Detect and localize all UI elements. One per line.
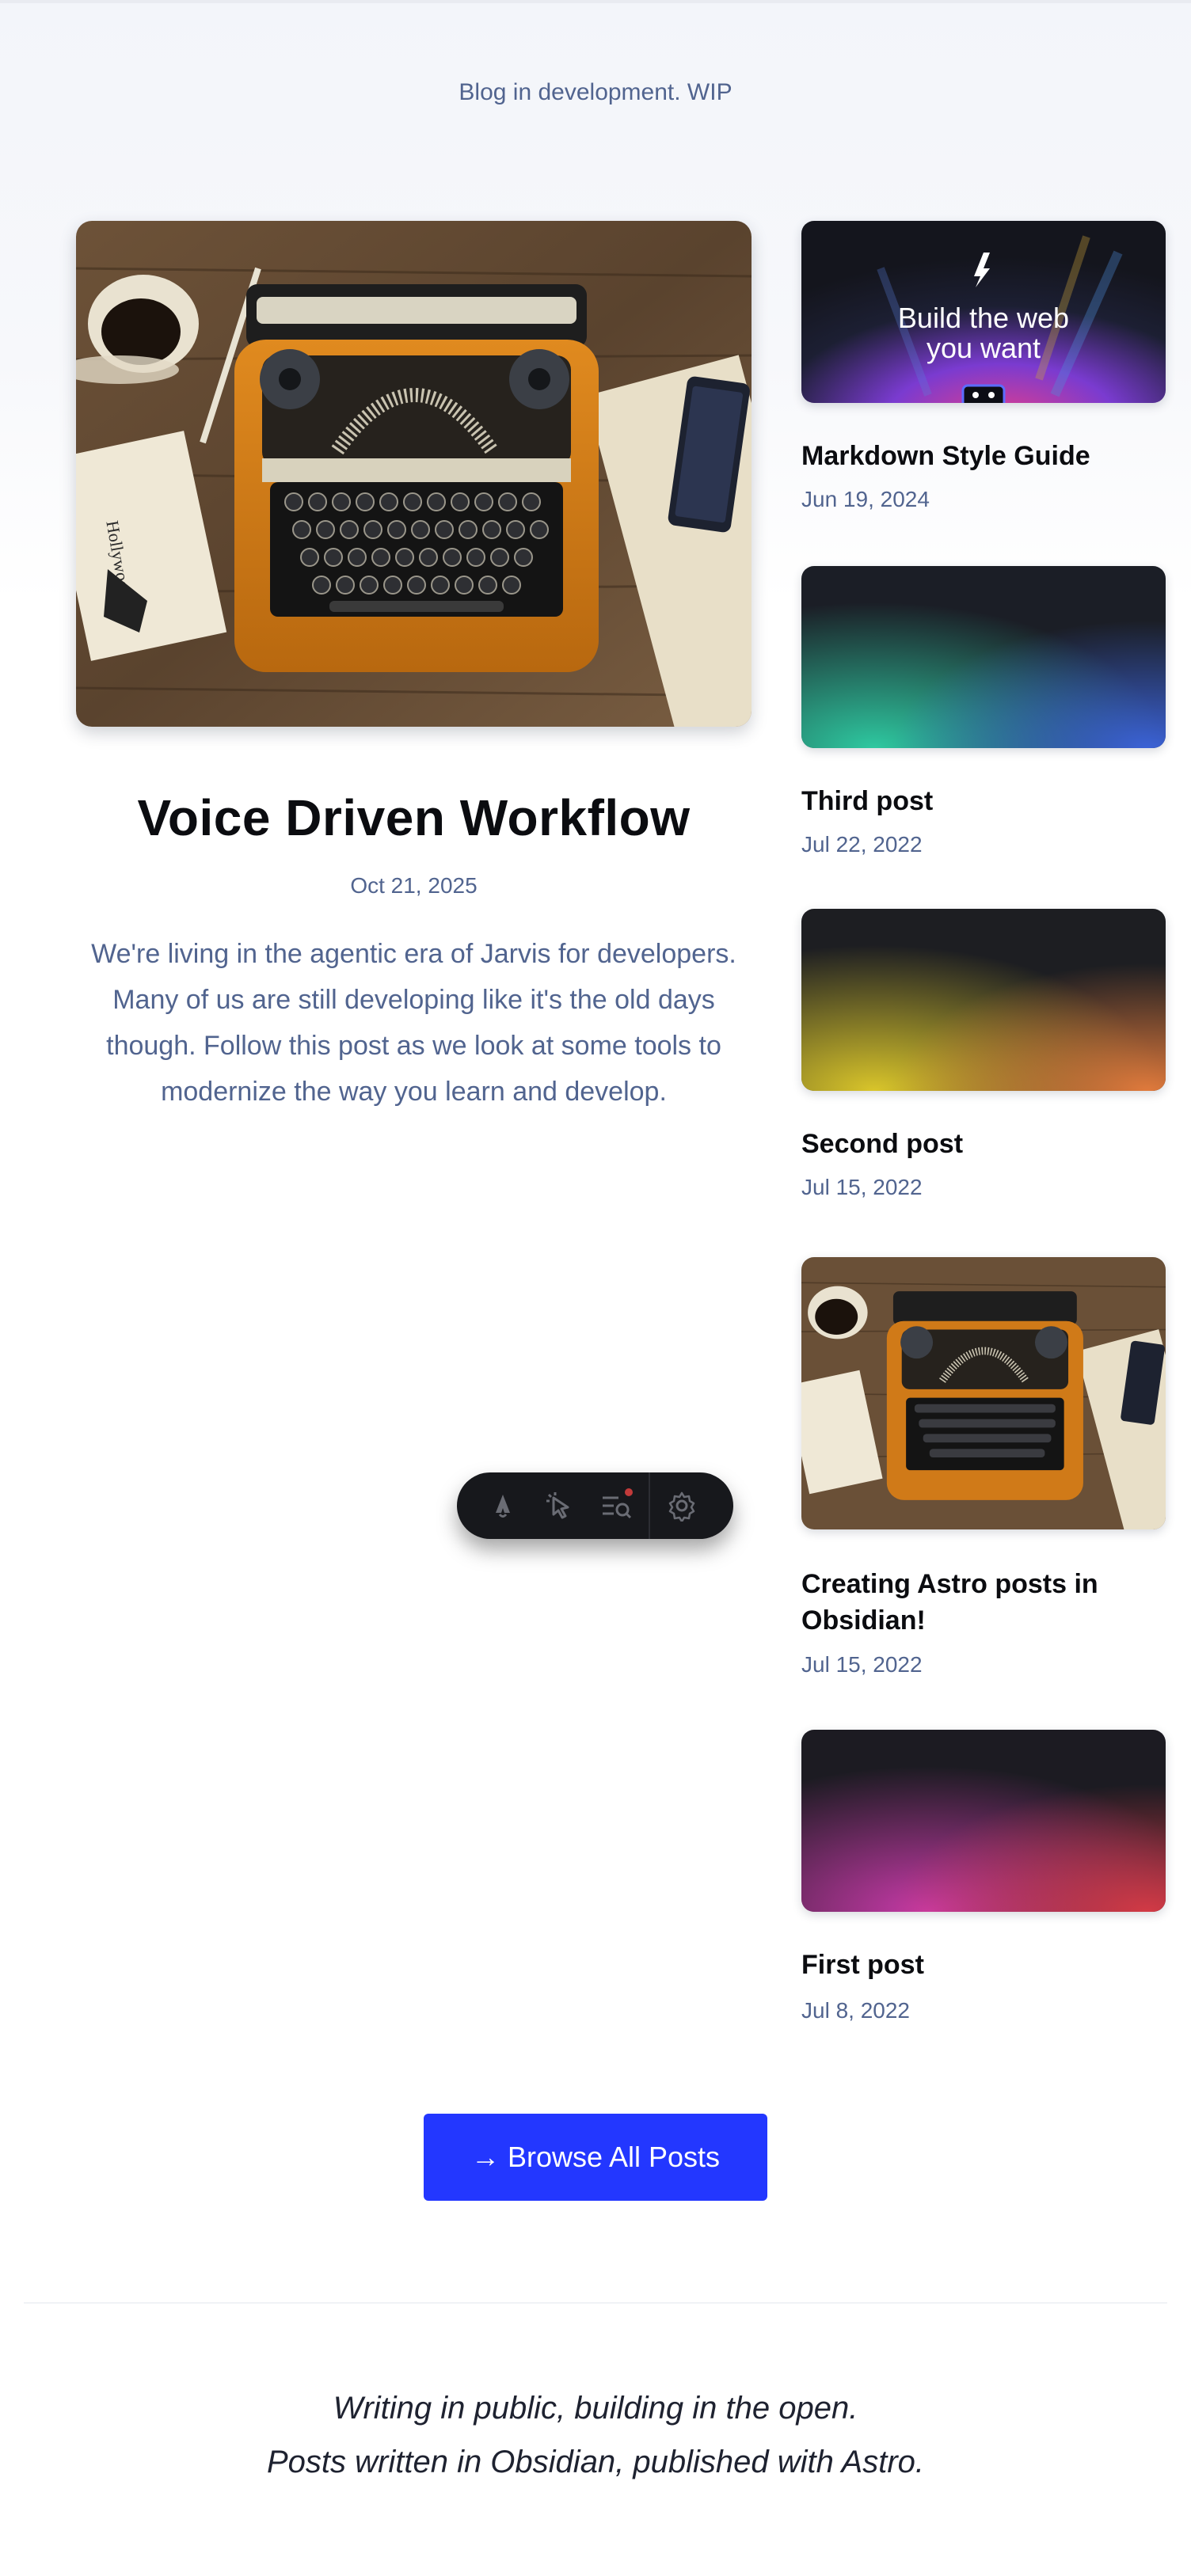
astro-logo-icon[interactable]	[474, 1472, 531, 1539]
post-title[interactable]: Markdown Style Guide	[801, 438, 1174, 474]
audit-list-icon[interactable]	[588, 1472, 645, 1539]
footer-tagline: Writing in public, building in the open.	[333, 2391, 858, 2426]
header-note: Blog in development. WIP	[459, 79, 732, 105]
top-border	[0, 0, 1191, 3]
teal-blue-gradient-image	[801, 566, 1166, 748]
post-date: Jul 15, 2022	[801, 1652, 923, 1677]
post-date: Jul 8, 2022	[801, 1998, 910, 2023]
post-thumbnail[interactable]	[801, 566, 1166, 748]
notification-dot	[625, 1488, 633, 1496]
post-title[interactable]: Second post	[801, 1126, 1174, 1162]
footer-subtext: Posts written in Obsidian, published wit…	[266, 2445, 925, 2479]
post-thumbnail[interactable]	[801, 909, 1166, 1091]
toolbar-separator	[649, 1472, 650, 1539]
hero-image[interactable]: Hollywood	[76, 221, 752, 727]
post-title[interactable]: Creating Astro posts in Obsidian!	[801, 1566, 1174, 1639]
post-title[interactable]: First post	[801, 1947, 1174, 1983]
post-thumbnail[interactable]: Build the web you want	[801, 221, 1166, 403]
yellow-orange-gradient-image	[801, 909, 1166, 1091]
post-title[interactable]: Third post	[801, 783, 1174, 819]
post-date: Jun 19, 2024	[801, 487, 930, 511]
dev-toolbar[interactable]	[457, 1472, 733, 1539]
hero-description: We're living in the agentic era of Jarvi…	[91, 939, 736, 1107]
post-date: Jul 22, 2022	[801, 832, 923, 857]
post-thumbnail[interactable]	[801, 1257, 1166, 1529]
typewriter-photo	[801, 1257, 1166, 1529]
browse-all-posts-button[interactable]: → Browse All Posts	[424, 2114, 767, 2201]
astro-banner-image: Build the web you want	[801, 221, 1166, 403]
cursor-inspect-icon[interactable]	[531, 1472, 588, 1539]
settings-gear-icon[interactable]	[653, 1472, 710, 1539]
post-date: Jul 15, 2022	[801, 1175, 923, 1199]
hero-date: Oct 21, 2025	[350, 873, 478, 898]
typewriter-photo: Hollywood	[76, 221, 752, 727]
magenta-red-gradient-image	[801, 1730, 1166, 1912]
hero-title[interactable]: Voice Driven Workflow	[76, 788, 752, 847]
post-thumbnail[interactable]	[801, 1730, 1166, 1912]
footer-divider	[24, 2302, 1167, 2304]
